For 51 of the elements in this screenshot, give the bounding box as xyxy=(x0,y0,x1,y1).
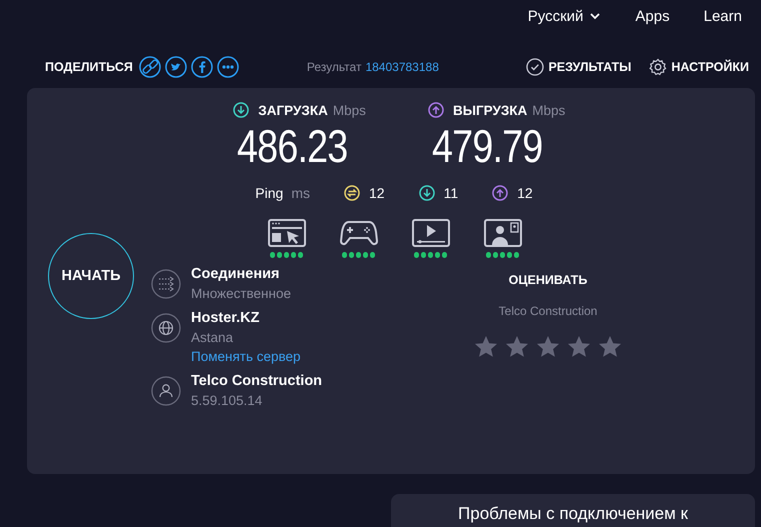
language-selector[interactable]: Русский xyxy=(528,8,602,24)
star-icon xyxy=(505,334,529,358)
settings-link[interactable]: НАСТРОЙКИ xyxy=(649,58,749,76)
help-card-title: Проблемы с подключением к xyxy=(458,504,688,524)
swap-arrows-icon xyxy=(344,185,360,201)
rating-title: ОЦЕНИВАТЬ xyxy=(508,272,588,286)
star-icon xyxy=(474,334,498,358)
star-icon xyxy=(567,334,591,358)
speed-value: 486.23 xyxy=(237,120,348,172)
gamepad-icon xyxy=(338,218,378,248)
check-circle-icon xyxy=(526,58,544,76)
share-label: ПОДЕЛИТЬСЯ xyxy=(45,60,133,74)
detail-title: Соединения xyxy=(191,266,280,282)
ping-unit: ms xyxy=(291,185,310,201)
ping-value: 12 xyxy=(369,185,385,201)
speed-label: ЗАГРУЗКА xyxy=(258,102,328,118)
detail-subtitle: Astana xyxy=(191,330,234,344)
star-rating[interactable] xyxy=(474,334,622,358)
nav-link[interactable]: Learn xyxy=(704,8,742,24)
star-icon xyxy=(598,334,622,358)
ping-value: 11 xyxy=(444,185,458,201)
link-icon xyxy=(138,56,161,78)
video-player-icon xyxy=(410,218,450,248)
speed-unit: Mbps xyxy=(532,102,566,118)
star-icon xyxy=(536,334,560,358)
detail-subtitle: Множественное xyxy=(191,286,291,300)
detail-title: Telco Construction xyxy=(191,372,322,388)
globe-icon xyxy=(151,312,181,342)
settings-icon xyxy=(649,58,668,76)
result-label: Результат xyxy=(306,60,362,74)
nav-link[interactable]: Apps xyxy=(635,8,670,24)
change-server-link[interactable]: Поменять сервер xyxy=(191,348,301,364)
ping-label: Ping xyxy=(255,185,284,201)
result-id-link[interactable]: 18403783188 xyxy=(365,60,439,74)
rating-provider: Telco Construction xyxy=(498,304,598,318)
person-icon xyxy=(151,376,181,406)
more-icon xyxy=(216,56,239,78)
speed-label: ВЫГРУЗКА xyxy=(453,102,528,118)
results-link[interactable]: РЕЗУЛЬТАТЫ xyxy=(526,58,632,76)
chevron-down-icon xyxy=(589,12,602,20)
letter-f-icon xyxy=(190,56,213,78)
detail-title: Hoster.KZ xyxy=(191,310,260,326)
ping-value: 12 xyxy=(517,185,533,201)
speed-value: 479.79 xyxy=(432,120,542,172)
speed-unit: Mbps xyxy=(332,102,366,118)
browser-cursor-icon xyxy=(266,218,306,248)
start-button[interactable]: НАЧАТЬ xyxy=(48,232,134,318)
detail-subtitle: 5.59.105.14 xyxy=(191,392,264,408)
arrows-icon xyxy=(151,268,181,298)
video-call-icon xyxy=(482,218,522,248)
bird-icon xyxy=(164,56,187,78)
